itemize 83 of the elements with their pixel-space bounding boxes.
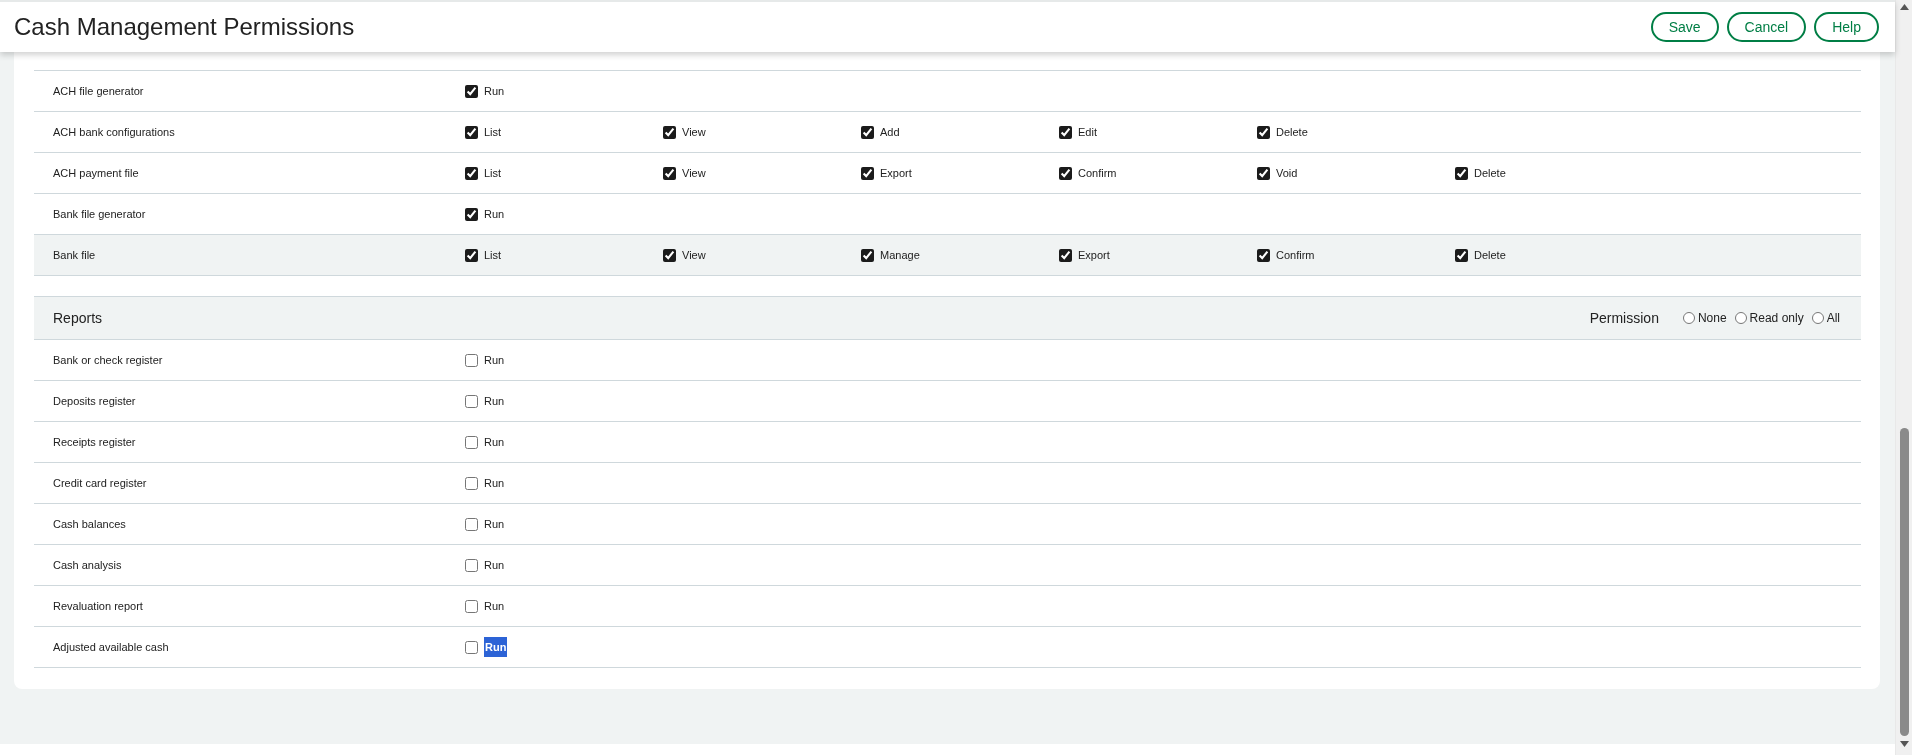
radio-label: None [1697, 310, 1727, 327]
permission-checkbox[interactable] [465, 84, 478, 98]
page-title: Cash Management Permissions [13, 12, 355, 42]
checkbox-label: Delete [1276, 124, 1308, 140]
checkbox-label: View [682, 247, 706, 263]
permission-name: Revaluation report [53, 598, 144, 614]
checkbox-label: Run [484, 636, 508, 658]
permission-checkbox[interactable] [465, 640, 478, 654]
checkbox-label: Manage [880, 247, 920, 263]
permission-checkbox[interactable] [465, 517, 478, 531]
checkbox-label: Delete [1474, 165, 1506, 181]
permission-name: Receipts register [53, 434, 137, 450]
header-button[interactable]: Help [1814, 12, 1879, 42]
permission-checkbox[interactable] [663, 125, 676, 139]
permission-checkbox[interactable] [1059, 125, 1072, 139]
permission-checkbox[interactable] [1059, 166, 1072, 180]
checkbox-label: List [484, 247, 502, 263]
permission-checkbox[interactable] [465, 125, 478, 139]
permission-checkbox[interactable] [1059, 248, 1072, 262]
permission-name: ACH payment file [53, 165, 140, 181]
permission-checkbox[interactable] [465, 248, 478, 262]
permission-name: Adjusted available cash [53, 639, 170, 655]
permission-checkbox[interactable] [1455, 248, 1468, 262]
permission-label: Permission [1589, 308, 1659, 328]
permission-checkbox[interactable] [663, 166, 676, 180]
permission-checkbox[interactable] [861, 125, 874, 139]
checkbox-label: List [484, 124, 502, 140]
scrollbar-thumb[interactable] [1900, 428, 1909, 736]
radio-label: All [1826, 310, 1840, 327]
checkbox-label: Run [484, 206, 505, 222]
permission-checkbox[interactable] [465, 166, 478, 180]
checkbox-label: Void [1276, 165, 1298, 181]
permission-name: Bank file [53, 247, 97, 263]
checkbox-label: Run [484, 516, 505, 532]
permission-name: Bank file generator [53, 206, 147, 222]
permission-checkbox[interactable] [663, 248, 676, 262]
permission-checkbox[interactable] [465, 558, 478, 572]
checkbox-label: Run [484, 557, 505, 573]
permission-checkbox[interactable] [465, 394, 478, 408]
checkbox-label: Edit [1078, 124, 1097, 140]
checkbox-label: Add [880, 124, 900, 140]
checkbox-label: View [682, 165, 706, 181]
permission-checkbox[interactable] [1257, 125, 1270, 139]
checkbox-label: Confirm [1078, 165, 1117, 181]
permission-checkbox[interactable] [1455, 166, 1468, 180]
checkbox-label: Confirm [1276, 247, 1315, 263]
checkbox-label: Run [484, 393, 505, 409]
permission-checkbox[interactable] [465, 353, 478, 367]
permission-name: ACH bank configurations [53, 124, 176, 140]
permission-radio[interactable] [1811, 312, 1824, 324]
permission-radio[interactable] [1682, 312, 1695, 324]
checkbox-label: View [682, 124, 706, 140]
permission-name: Credit card register [53, 475, 148, 491]
scroll-down-arrow-icon[interactable] [1900, 741, 1909, 747]
section-title: Reports [53, 308, 103, 328]
checkbox-label: List [484, 165, 502, 181]
scroll-up-arrow-icon[interactable] [1900, 4, 1909, 10]
header-button[interactable]: Save [1650, 12, 1719, 42]
permission-checkbox[interactable] [465, 435, 478, 449]
permission-name: Cash analysis [53, 557, 123, 573]
permission-name: Cash balances [53, 516, 127, 532]
permission-checkbox[interactable] [465, 476, 478, 490]
permission-checkbox[interactable] [861, 248, 874, 262]
permission-checkbox[interactable] [861, 166, 874, 180]
permission-name: ACH file generator [53, 83, 145, 99]
checkbox-label: Run [484, 434, 505, 450]
scrollbar[interactable] [1895, 0, 1912, 755]
checkbox-label: Run [484, 352, 505, 368]
checkbox-label: Delete [1474, 247, 1506, 263]
permission-checkbox[interactable] [465, 599, 478, 613]
permission-name: Bank or check register [53, 352, 164, 368]
checkbox-label: Run [484, 83, 505, 99]
checkbox-label: Export [880, 165, 912, 181]
checkbox-label: Export [1078, 247, 1110, 263]
permission-checkbox[interactable] [1257, 166, 1270, 180]
permission-checkbox[interactable] [1257, 248, 1270, 262]
permission-checkbox[interactable] [465, 207, 478, 221]
checkbox-label: Run [484, 475, 505, 491]
checkbox-label: Run [484, 598, 505, 614]
radio-label: Read only [1749, 310, 1804, 327]
permission-name: Deposits register [53, 393, 137, 409]
header-button[interactable]: Cancel [1726, 12, 1807, 42]
permission-radio[interactable] [1734, 312, 1747, 324]
